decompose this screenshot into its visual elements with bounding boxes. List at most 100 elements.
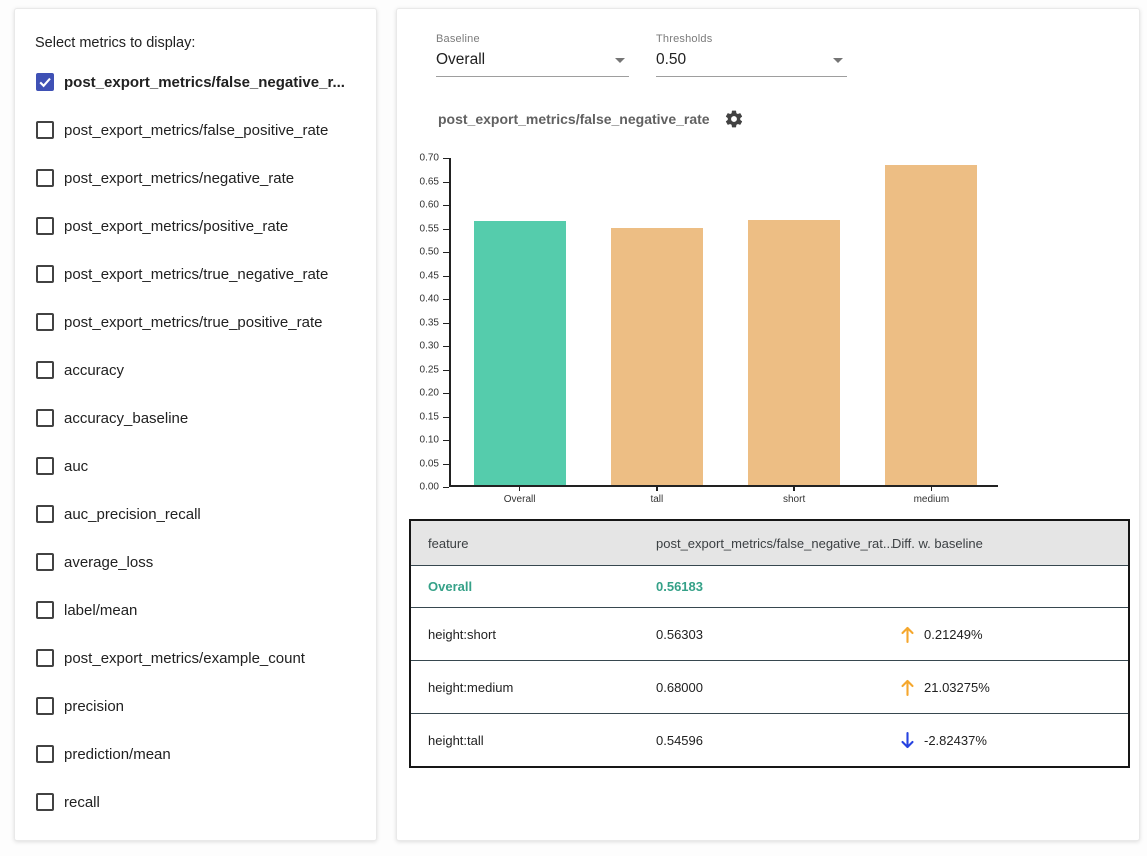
metric-checkbox-label: prediction/mean xyxy=(64,746,171,763)
unchecked-checkbox-icon[interactable] xyxy=(36,697,54,715)
y-axis-tick xyxy=(443,346,449,347)
metric-checkbox-item[interactable]: recall xyxy=(15,778,376,826)
bar-overall xyxy=(474,221,566,485)
y-axis-tick xyxy=(443,393,449,394)
x-axis-tick xyxy=(519,487,521,491)
metric-selector-title: Select metrics to display: xyxy=(35,35,195,51)
metric-checkbox-item[interactable]: precision xyxy=(15,682,376,730)
diff-cell: 21.03275% xyxy=(892,678,1128,697)
chart-title-row: post_export_metrics/false_negative_rate xyxy=(438,109,744,129)
metric-checkbox-item[interactable]: prediction/mean xyxy=(15,730,376,778)
feature-cell: height:tall xyxy=(411,733,656,748)
y-axis-tick-label: 0.70 xyxy=(403,153,439,164)
table-row-overall: Overall0.56183 xyxy=(411,565,1128,607)
metric-checkbox-item[interactable]: post_export_metrics/false_negative_r... xyxy=(15,58,376,106)
metric-checkbox-label: auc xyxy=(64,458,88,475)
feature-cell: height:short xyxy=(411,627,656,642)
metric-checkbox-label: post_export_metrics/positive_rate xyxy=(64,218,288,235)
metric-checkbox-item[interactable]: post_export_metrics/true_positive_rate xyxy=(15,298,376,346)
x-axis-tick-label: Overall xyxy=(460,494,580,505)
metric-checkbox-item[interactable]: post_export_metrics/positive_rate xyxy=(15,202,376,250)
y-axis-tick-label: 0.25 xyxy=(403,364,439,375)
y-axis-tick xyxy=(443,276,449,277)
metric-checkbox-item[interactable]: post_export_metrics/false_positive_rate xyxy=(15,106,376,154)
diff-up-arrow-icon xyxy=(900,625,915,644)
unchecked-checkbox-icon[interactable] xyxy=(36,649,54,667)
thresholds-select-value-row[interactable]: 0.50 xyxy=(656,45,847,77)
unchecked-checkbox-icon[interactable] xyxy=(36,553,54,571)
metric-value-cell: 0.56183 xyxy=(656,579,892,594)
y-axis-tick xyxy=(443,487,449,488)
unchecked-checkbox-icon[interactable] xyxy=(36,409,54,427)
settings-gear-icon[interactable] xyxy=(724,109,744,129)
metric-checkbox-item[interactable]: post_export_metrics/negative_rate xyxy=(15,154,376,202)
feature-cell: Overall xyxy=(411,579,656,594)
table-header-metric: post_export_metrics/false_negative_rat..… xyxy=(656,536,892,551)
y-axis-tick-label: 0.05 xyxy=(403,458,439,469)
unchecked-checkbox-icon[interactable] xyxy=(36,457,54,475)
unchecked-checkbox-icon[interactable] xyxy=(36,217,54,235)
metric-checkbox-label: accuracy xyxy=(64,362,124,379)
diff-percentage: 0.21249% xyxy=(924,627,983,642)
unchecked-checkbox-icon[interactable] xyxy=(36,313,54,331)
metric-value-cell: 0.56303 xyxy=(656,627,892,642)
y-axis-tick-label: 0.40 xyxy=(403,294,439,305)
y-axis-tick-label: 0.10 xyxy=(403,435,439,446)
y-axis-tick xyxy=(443,158,449,159)
table-header-diff: Diff. w. baseline xyxy=(892,536,1128,551)
y-axis-tick xyxy=(443,229,449,230)
dropdown-arrow-icon xyxy=(615,58,625,63)
unchecked-checkbox-icon[interactable] xyxy=(36,121,54,139)
metric-checkbox-item[interactable]: label/mean xyxy=(15,586,376,634)
metric-checkbox-label: post_export_metrics/false_negative_r... xyxy=(64,74,345,91)
table-row-height-short: height:short0.56303 0.21249% xyxy=(411,607,1128,660)
metric-checkbox-item[interactable]: auc_precision_recall xyxy=(15,490,376,538)
table-row-height-medium: height:medium0.6800021.03275% xyxy=(411,660,1128,713)
unchecked-checkbox-icon[interactable] xyxy=(36,265,54,283)
metric-checkbox-item[interactable]: accuracy xyxy=(15,346,376,394)
metric-checkbox-label: post_export_metrics/false_positive_rate xyxy=(64,122,328,139)
checked-checkbox-icon[interactable] xyxy=(36,73,54,91)
metric-checkbox-label: label/mean xyxy=(64,602,137,619)
y-axis-tick xyxy=(443,323,449,324)
thresholds-select-value: 0.50 xyxy=(656,51,686,69)
y-axis-tick xyxy=(443,440,449,441)
y-axis-tick-label: 0.60 xyxy=(403,200,439,211)
metric-checkbox-label: post_export_metrics/true_positive_rate xyxy=(64,314,322,331)
baseline-select[interactable]: Baseline Overall xyxy=(436,33,629,77)
y-axis-tick xyxy=(443,299,449,300)
metric-checkbox-item[interactable]: accuracy_baseline xyxy=(15,394,376,442)
metric-selector-panel: Select metrics to display: post_export_m… xyxy=(14,8,377,841)
diff-down-arrow-icon xyxy=(900,731,915,750)
y-axis-tick-label: 0.00 xyxy=(403,482,439,493)
x-axis-tick xyxy=(656,487,658,491)
y-axis-tick-label: 0.15 xyxy=(403,411,439,422)
unchecked-checkbox-icon[interactable] xyxy=(36,169,54,187)
thresholds-select-label: Thresholds xyxy=(656,33,847,45)
x-axis-tick-label: tall xyxy=(597,494,717,505)
metric-checkbox-item[interactable]: post_export_metrics/true_negative_rate xyxy=(15,250,376,298)
unchecked-checkbox-icon[interactable] xyxy=(36,505,54,523)
baseline-select-value-row[interactable]: Overall xyxy=(436,45,629,77)
metric-checkbox-item[interactable]: average_loss xyxy=(15,538,376,586)
diff-percentage: 21.03275% xyxy=(924,680,990,695)
unchecked-checkbox-icon[interactable] xyxy=(36,793,54,811)
y-axis-tick xyxy=(443,182,449,183)
metrics-comparison-table: feature post_export_metrics/false_negati… xyxy=(409,519,1130,768)
y-axis-tick-label: 0.50 xyxy=(403,247,439,258)
metric-checkbox-label: post_export_metrics/negative_rate xyxy=(64,170,294,187)
chart-title: post_export_metrics/false_negative_rate xyxy=(438,111,710,127)
metric-checkbox-item[interactable]: post_export_metrics/example_count xyxy=(15,634,376,682)
metric-checkbox-item[interactable]: auc xyxy=(15,442,376,490)
baseline-select-value: Overall xyxy=(436,51,485,69)
thresholds-select[interactable]: Thresholds 0.50 xyxy=(656,33,847,77)
fairness-results-panel: Baseline Overall Thresholds 0.50 post_ex… xyxy=(396,8,1140,841)
unchecked-checkbox-icon[interactable] xyxy=(36,361,54,379)
y-axis-tick xyxy=(443,464,449,465)
unchecked-checkbox-icon[interactable] xyxy=(36,601,54,619)
table-row-height-tall: height:tall0.54596-2.82437% xyxy=(411,713,1128,766)
metric-checkbox-label: auc_precision_recall xyxy=(64,506,201,523)
diff-percentage: -2.82437% xyxy=(924,733,987,748)
unchecked-checkbox-icon[interactable] xyxy=(36,745,54,763)
diff-up-arrow-icon xyxy=(900,678,915,697)
